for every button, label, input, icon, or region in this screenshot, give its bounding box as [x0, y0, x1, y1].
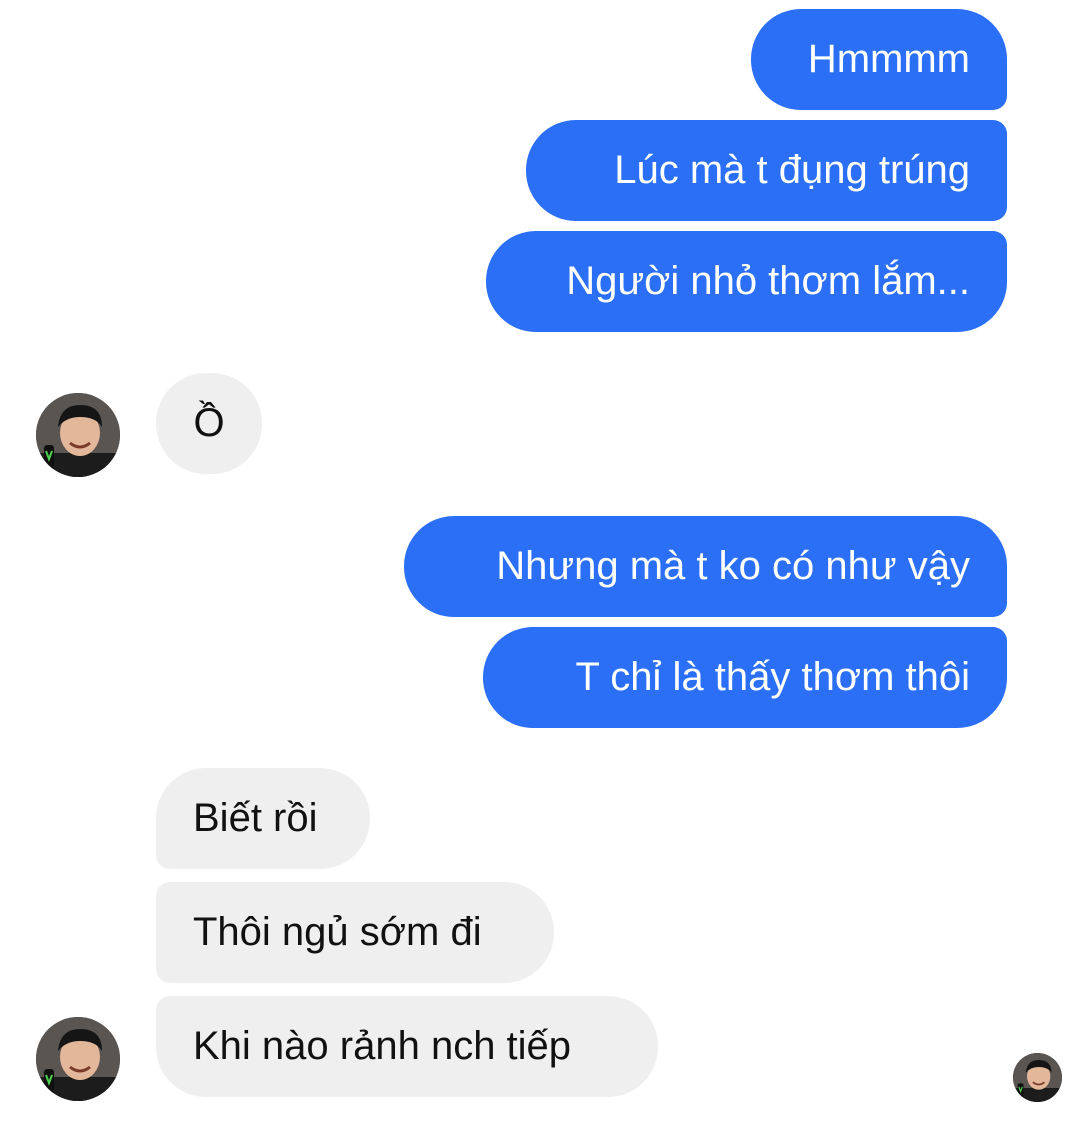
- message-outgoing[interactable]: Nhưng mà t ko có như vậy: [404, 516, 1007, 617]
- message-incoming[interactable]: Ồ: [156, 373, 262, 474]
- message-outgoing[interactable]: T chỉ là thấy thơm thôi: [483, 627, 1007, 728]
- avatar-photo-icon: [36, 1017, 120, 1101]
- message-incoming[interactable]: Thôi ngủ sớm đi: [156, 882, 554, 983]
- contact-avatar[interactable]: [36, 1017, 120, 1101]
- seen-avatar-icon: [1013, 1053, 1062, 1102]
- contact-avatar[interactable]: [36, 393, 120, 477]
- seen-indicator-avatar: [1013, 1053, 1062, 1102]
- message-outgoing[interactable]: Người nhỏ thơm lắm...: [486, 231, 1007, 332]
- message-incoming[interactable]: Biết rồi: [156, 768, 370, 869]
- message-outgoing[interactable]: Lúc mà t đụng trúng: [526, 120, 1007, 221]
- avatar-photo-icon: [36, 393, 120, 477]
- message-incoming[interactable]: Khi nào rảnh nch tiếp: [156, 996, 658, 1097]
- message-outgoing[interactable]: Hmmmm: [751, 9, 1007, 110]
